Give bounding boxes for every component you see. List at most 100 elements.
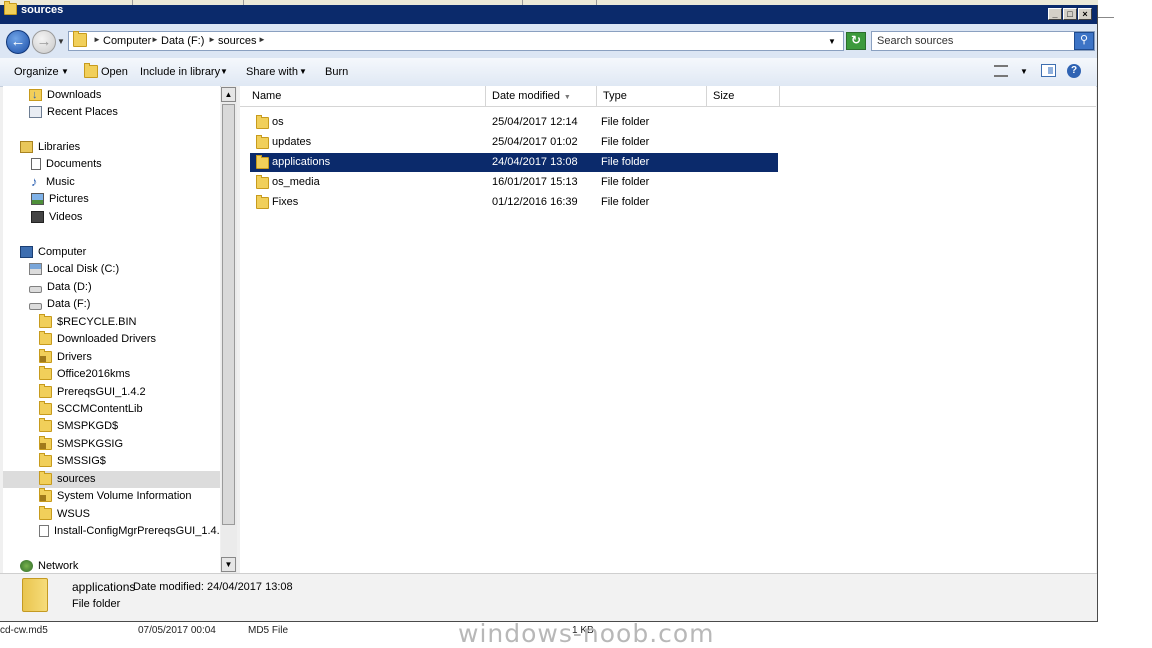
nav-item-sources[interactable]: sources: [3, 471, 220, 488]
nav-item-label: Data (F:): [47, 298, 91, 310]
nav-item-label: sources: [57, 473, 96, 485]
minimize-button[interactable]: _: [1048, 8, 1062, 20]
nav-item-documents[interactable]: Documents: [31, 156, 102, 173]
refresh-button[interactable]: ↻: [846, 32, 866, 50]
forward-button[interactable]: →: [32, 30, 56, 54]
table-row-selected[interactable]: applications 24/04/2017 13:08 File folde…: [250, 153, 778, 172]
table-row[interactable]: os_media 16/01/2017 15:13 File folder: [250, 173, 778, 192]
desktop-background: [1098, 0, 1152, 648]
nav-item-videos[interactable]: Videos: [31, 209, 82, 226]
system-drive-icon: [29, 263, 42, 276]
chevron-right-icon[interactable]: ►: [151, 35, 159, 44]
table-row[interactable]: Fixes 01/12/2016 16:39 File folder: [250, 193, 778, 212]
large-folder-icon: [22, 578, 48, 612]
file-name: applications: [272, 156, 331, 168]
nav-item-drivers[interactable]: Drivers: [39, 349, 92, 366]
chevron-right-icon[interactable]: ►: [93, 35, 101, 44]
nav-item-label: Libraries: [38, 141, 81, 153]
chevron-down-icon[interactable]: ▼: [299, 67, 307, 76]
table-row[interactable]: updates 25/04/2017 01:02 File folder: [250, 133, 778, 152]
folder-icon: [39, 331, 52, 346]
nav-item-music[interactable]: Music: [31, 173, 75, 191]
table-row[interactable]: os 25/04/2017 12:14 File folder: [250, 113, 778, 132]
nav-item-recycle-bin[interactable]: $RECYCLE.BIN: [39, 314, 136, 331]
views-list-icon[interactable]: [994, 65, 1008, 77]
navigation-pane[interactable]: Downloads Recent Places Libraries Docume…: [3, 86, 220, 573]
folder-icon: [39, 418, 52, 433]
breadcrumb-computer[interactable]: Computer: [103, 35, 151, 47]
videos-icon: [31, 211, 44, 224]
nav-item-install-configmgr[interactable]: Install-ConfigMgrPrereqsGUI_1.4.2.z: [39, 523, 220, 540]
column-header-size[interactable]: Size: [707, 86, 780, 107]
address-dropdown-icon[interactable]: ▼: [828, 37, 836, 46]
details-item-name: applications: [72, 580, 136, 594]
folder-icon: [39, 366, 52, 381]
chevron-right-icon[interactable]: ►: [258, 35, 266, 44]
nav-item-data-f[interactable]: Data (F:): [29, 296, 90, 313]
maximize-button[interactable]: □: [1063, 8, 1077, 20]
column-label: Size: [713, 90, 735, 102]
column-header-date-modified[interactable]: Date modified ▼: [486, 86, 597, 107]
back-button[interactable]: ←: [6, 30, 30, 54]
preview-pane-icon[interactable]: [1041, 64, 1056, 77]
nav-item-sccmcontentlib[interactable]: SCCMContentLib: [39, 401, 143, 418]
chevron-down-icon[interactable]: ▼: [61, 67, 69, 76]
nav-item-office2016kms[interactable]: Office2016kms: [39, 366, 130, 383]
organize-button[interactable]: Organize: [14, 66, 59, 78]
folder-icon: [39, 314, 52, 329]
chevron-down-icon[interactable]: ▼: [1020, 67, 1028, 76]
recent-places-icon: [29, 106, 42, 119]
column-header-name[interactable]: Name: [246, 86, 486, 107]
chevron-down-icon[interactable]: ▼: [220, 67, 228, 76]
burn-button[interactable]: Burn: [325, 66, 348, 78]
folder-icon: [39, 506, 52, 521]
nav-item-label: System Volume Information: [57, 490, 192, 502]
nav-item-computer[interactable]: Computer: [20, 244, 86, 261]
chevron-right-icon[interactable]: ►: [208, 35, 216, 44]
nav-item-network[interactable]: Network: [20, 558, 78, 573]
nav-item-pictures[interactable]: Pictures: [31, 191, 89, 208]
file-name: os: [272, 116, 284, 128]
nav-item-label: Office2016kms: [57, 368, 131, 380]
search-icon[interactable]: ⚲: [1074, 32, 1094, 50]
title-bar[interactable]: [0, 5, 1097, 24]
nav-item-recent-places[interactable]: Recent Places: [29, 104, 118, 121]
sort-chevron-icon: ▼: [563, 94, 571, 101]
include-in-library-button[interactable]: Include in library: [140, 66, 220, 78]
open-folder-icon: [84, 63, 98, 78]
nav-item-smssig[interactable]: SMSSIG$: [39, 453, 106, 470]
column-header-type[interactable]: Type: [597, 86, 707, 107]
help-icon[interactable]: ?: [1067, 64, 1081, 78]
scroll-down-button[interactable]: ▼: [221, 557, 236, 572]
locked-folder-icon: [39, 349, 52, 364]
share-with-button[interactable]: Share with: [246, 66, 298, 78]
nav-item-wsus[interactable]: WSUS: [39, 506, 90, 523]
network-icon: [20, 560, 33, 573]
file-date: 25/04/2017 01:02: [492, 136, 578, 148]
nav-item-downloads[interactable]: Downloads: [29, 87, 101, 104]
open-button[interactable]: Open: [101, 66, 128, 78]
nav-item-smspkgd[interactable]: SMSPKGD$: [39, 418, 118, 435]
close-button[interactable]: ×: [1078, 8, 1092, 20]
locked-folder-icon: [39, 436, 52, 451]
nav-item-libraries[interactable]: Libraries: [20, 139, 80, 156]
nav-item-system-volume-information[interactable]: System Volume Information: [39, 488, 192, 505]
recent-pages-chevron-icon[interactable]: ▼: [57, 37, 65, 46]
scrollbar-thumb[interactable]: [222, 104, 235, 525]
folder-icon: [39, 471, 52, 486]
nav-item-smspkgsig[interactable]: SMSPKGSIG: [39, 436, 123, 453]
nav-item-prereqsgui[interactable]: PrereqsGUI_1.4.2: [39, 384, 146, 401]
nav-item-label: Downloads: [47, 89, 102, 101]
scroll-up-button[interactable]: ▲: [221, 87, 236, 102]
nav-item-label: WSUS: [57, 508, 90, 520]
nav-item-local-disk-c[interactable]: Local Disk (C:): [29, 261, 119, 278]
breadcrumb-data-f[interactable]: Data (F:): [161, 35, 204, 47]
breadcrumb-sources[interactable]: sources: [218, 35, 257, 47]
column-label: Type: [603, 90, 627, 102]
nav-item-data-d[interactable]: Data (D:): [29, 279, 92, 296]
nav-item-label: Pictures: [49, 193, 89, 205]
nav-item-label: Drivers: [57, 351, 92, 363]
nav-item-downloaded-drivers[interactable]: Downloaded Drivers: [39, 331, 156, 348]
nav-item-label: Install-ConfigMgrPrereqsGUI_1.4.2.z: [54, 525, 220, 537]
background-divider: [1098, 17, 1114, 18]
